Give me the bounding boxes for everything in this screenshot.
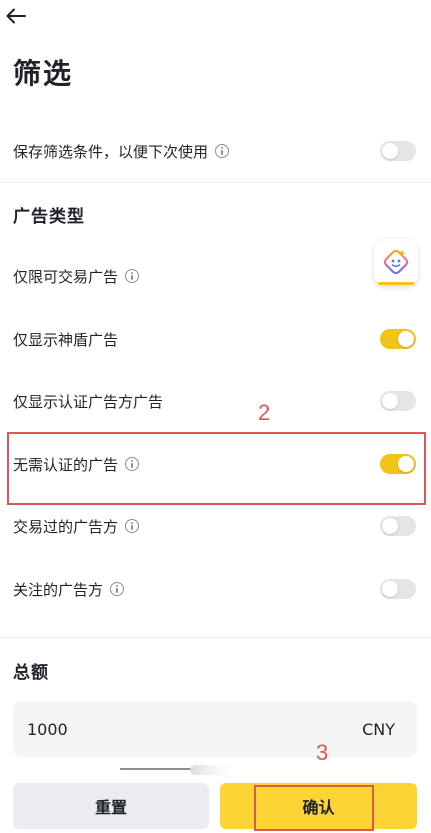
back-button[interactable] — [4, 2, 28, 30]
reset-button[interactable]: 重置 — [13, 783, 209, 829]
scroll-indicator-fade — [190, 765, 230, 775]
info-icon[interactable] — [125, 269, 140, 283]
annotation-number: 3 — [316, 740, 329, 765]
ad-type-item-label: 仅限可交易广告 — [13, 267, 119, 286]
arrow-left-icon — [6, 8, 26, 24]
ad-type-item-verified-advertiser: 仅显示认证广告方广告 — [0, 381, 431, 421]
info-icon[interactable] — [110, 582, 125, 596]
ad-type-item-label: 仅显示神盾广告 — [13, 330, 119, 349]
divider — [0, 637, 431, 638]
annotation-number: 2 — [258, 400, 271, 425]
annotation-box — [7, 432, 426, 505]
ad-type-item-label: 交易过的广告方 — [13, 517, 119, 536]
ad-type-title: 广告类型 — [13, 207, 85, 227]
ad-type-item-label: 关注的广告方 — [13, 580, 104, 599]
toggle-knob — [382, 143, 398, 159]
toggle-knob — [398, 331, 414, 347]
traded-advertiser-toggle[interactable] — [380, 516, 416, 536]
shield-ads-toggle[interactable] — [380, 329, 416, 349]
ad-type-item-shield: 仅显示神盾广告 — [0, 319, 431, 359]
ad-type-item-label: 仅显示认证广告方广告 — [13, 392, 164, 411]
info-icon[interactable] — [125, 519, 140, 533]
verified-advertiser-toggle[interactable] — [380, 391, 416, 411]
currency-label: CNY — [362, 719, 395, 739]
save-filter-row: 保存筛选条件，以便下次使用 — [0, 131, 431, 171]
info-icon[interactable] — [215, 144, 230, 158]
amount-value: 1000 — [27, 719, 68, 739]
ad-type-item-followed: 关注的广告方 — [0, 569, 431, 609]
divider — [0, 182, 431, 183]
followed-advertiser-toggle[interactable] — [380, 579, 416, 599]
save-filter-label: 保存筛选条件，以便下次使用 — [13, 142, 209, 161]
amount-input[interactable]: 1000 CNY — [13, 701, 417, 757]
scroll-indicator — [120, 768, 192, 770]
save-filter-toggle[interactable] — [380, 141, 416, 161]
amount-title: 总额 — [13, 663, 49, 683]
toggle-knob — [382, 518, 398, 534]
toggle-knob — [382, 581, 398, 597]
float-button-accent — [378, 282, 414, 285]
annotation-box — [254, 785, 374, 831]
robot-face-icon — [383, 249, 409, 275]
ad-type-item-tradable: 仅限可交易广告 — [0, 256, 431, 296]
page-title: 筛选 — [13, 57, 74, 90]
assistant-float-button[interactable] — [374, 239, 418, 285]
toggle-knob — [382, 393, 398, 409]
ad-type-item-traded: 交易过的广告方 — [0, 506, 431, 546]
